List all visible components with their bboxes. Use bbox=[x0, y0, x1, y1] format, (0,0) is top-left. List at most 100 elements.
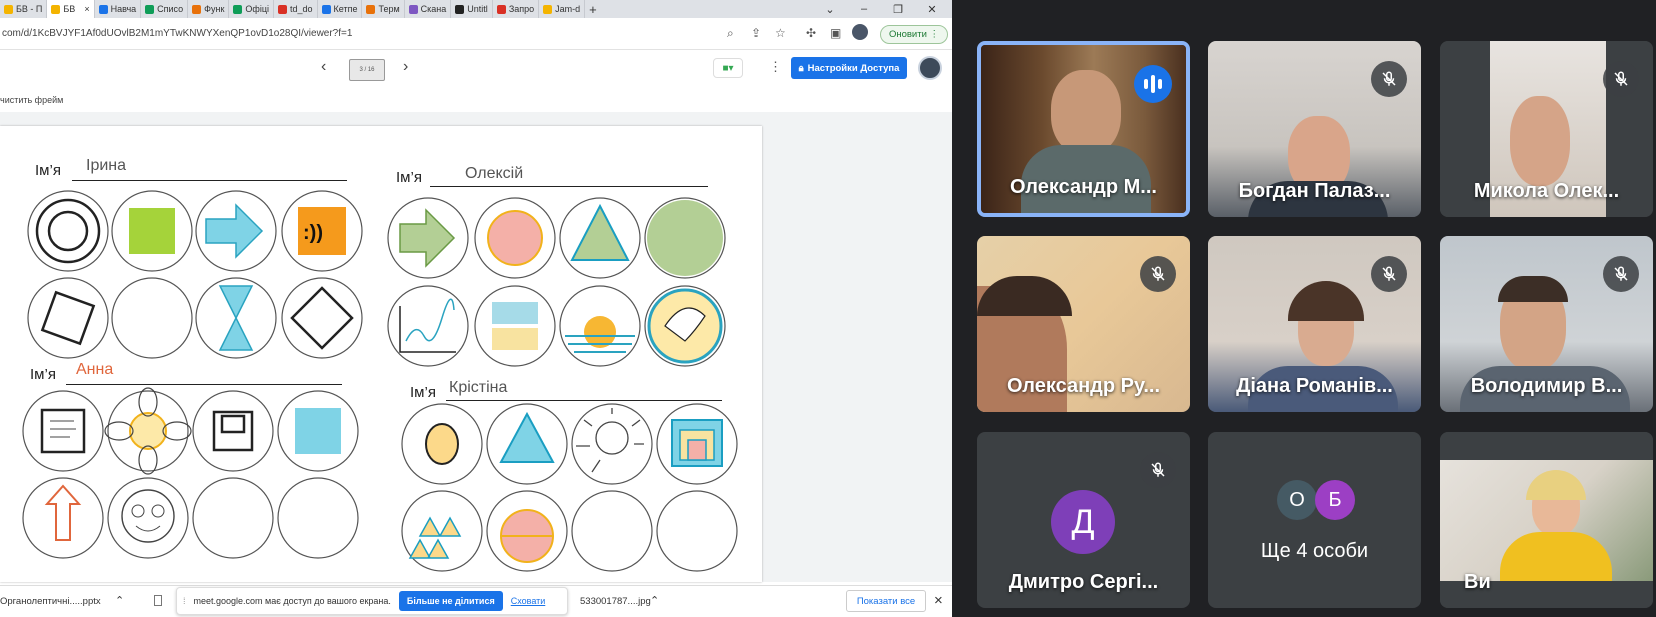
mic-off-icon bbox=[1603, 256, 1639, 292]
download-item-jpg[interactable]: 533001787....jpg bbox=[580, 596, 651, 607]
mic-off-icon bbox=[1140, 256, 1176, 292]
tab-label: Скана bbox=[420, 4, 447, 14]
chevron-up-icon[interactable]: ⌃ bbox=[650, 594, 659, 607]
tab-favicon bbox=[496, 4, 506, 14]
plus-icon: + bbox=[589, 1, 597, 17]
more-options-icon[interactable]: ⋮ bbox=[769, 59, 782, 75]
participant-face bbox=[1051, 70, 1121, 155]
tab-strip: БВ - П БВ × Навча Списо Функ Офіці td_do … bbox=[0, 0, 952, 18]
tab-favicon bbox=[366, 4, 376, 14]
others-count: Ще 4 особи bbox=[1260, 540, 1369, 562]
tab-label: Терм bbox=[378, 4, 400, 14]
share-access-button[interactable]: 🔒︎ Настройки Доступа bbox=[791, 57, 907, 79]
mic-off-icon bbox=[1140, 452, 1176, 488]
meet-icon[interactable]: ■▾ bbox=[713, 58, 743, 78]
participant-avatar: Б bbox=[1315, 480, 1355, 520]
tab-favicon bbox=[455, 4, 465, 14]
extensions-icon[interactable]: ✣ bbox=[806, 26, 816, 40]
hide-link[interactable]: Сховати bbox=[511, 596, 546, 606]
participant-tile[interactable]: Олександр Ру... bbox=[977, 236, 1190, 412]
tab-favicon bbox=[277, 4, 287, 14]
participant-tile[interactable]: Микола Олек... bbox=[1440, 41, 1653, 217]
screen-share-notice: ⁞ meet.google.com має доступ до вашого е… bbox=[176, 587, 568, 615]
tab-2[interactable]: Навча bbox=[95, 0, 142, 18]
tab-12[interactable]: Jam-d bbox=[539, 0, 586, 18]
tab-label: Функ bbox=[204, 4, 225, 14]
url-field[interactable]: com/d/1KcBVJYF1Af0dUOvlB2M1mYTwKNWYXenQP… bbox=[0, 18, 352, 50]
tab-0[interactable]: БВ - П bbox=[0, 0, 48, 18]
tab-9[interactable]: Скана bbox=[405, 0, 452, 18]
bookmark-star-icon[interactable]: ☆ bbox=[775, 26, 786, 40]
tab-label: БВ bbox=[63, 4, 76, 14]
participant-tile[interactable]: Д Дмитро Сергі... bbox=[977, 432, 1190, 608]
tab-1[interactable]: БВ × bbox=[47, 0, 95, 18]
participant-name: Олександр Ру... bbox=[1006, 375, 1161, 397]
account-avatar[interactable] bbox=[918, 56, 942, 80]
tab-10[interactable]: Untitl bbox=[451, 0, 493, 18]
participant-name: Дмитро Сергі... bbox=[1008, 571, 1159, 593]
tab-favicon bbox=[408, 4, 418, 14]
tab-label: Списо bbox=[157, 4, 184, 14]
zoom-icon[interactable]: ⌕ bbox=[727, 26, 734, 41]
tab-label: Офіці bbox=[245, 4, 269, 14]
update-label: Оновити bbox=[888, 29, 927, 40]
tab-label: Jam-d bbox=[555, 4, 581, 14]
close-downloads-icon[interactable]: × bbox=[934, 592, 943, 609]
clear-frame-button[interactable]: чистить фрейм bbox=[0, 95, 63, 105]
mic-off-icon bbox=[1603, 61, 1639, 97]
whiteboard[interactable]: Ім’я Ірина Ім’я Олексій Ім’я Анна Ім’я К… bbox=[0, 126, 762, 582]
stop-sharing-button[interactable]: Більше не ділитися bbox=[398, 591, 503, 611]
tab-favicon bbox=[51, 4, 61, 14]
participant-tile[interactable]: Олександр М... bbox=[977, 41, 1190, 217]
download-item-pptx[interactable]: Органолептичні.....pptx bbox=[0, 596, 101, 607]
participant-tile[interactable]: Богдан Палаз... bbox=[1208, 41, 1421, 217]
update-button[interactable]: Оновити ⋮ bbox=[880, 25, 948, 44]
participant-tile[interactable]: Володимир В... bbox=[1440, 236, 1653, 412]
tab-3[interactable]: Списо bbox=[141, 0, 189, 18]
tab-6[interactable]: td_do bbox=[274, 0, 318, 18]
tab-label: Кетпе bbox=[333, 4, 358, 14]
participant-name: Діана Романів... bbox=[1236, 375, 1393, 397]
tab-favicon bbox=[233, 4, 243, 14]
tab-favicon bbox=[543, 4, 553, 14]
file-icon bbox=[154, 595, 162, 606]
share-notice-text: meet.google.com має доступ до вашого екр… bbox=[193, 596, 391, 606]
participant-avatar: О bbox=[1277, 480, 1317, 520]
participant-name: Володимир В... bbox=[1470, 375, 1623, 397]
participant-avatar: Д bbox=[1051, 490, 1115, 554]
more-icon: ⋮ bbox=[929, 29, 940, 40]
drag-handle-icon[interactable]: ⁞ bbox=[183, 596, 186, 606]
others-tile[interactable]: О Б Ще 4 особи bbox=[1208, 432, 1421, 608]
window-close-icon[interactable]: ✕ bbox=[920, 0, 944, 18]
speaking-indicator-icon bbox=[1134, 65, 1172, 103]
tab-7[interactable]: Кетпе bbox=[318, 0, 363, 18]
tab-label: Навча bbox=[110, 4, 137, 14]
new-tab-button[interactable]: + bbox=[585, 0, 601, 18]
show-all-downloads-button[interactable]: Показати все bbox=[846, 590, 926, 612]
participant-face bbox=[1510, 96, 1570, 186]
self-tile[interactable]: Ви bbox=[1440, 432, 1653, 608]
participant-shirt bbox=[1500, 532, 1612, 581]
restore-icon[interactable]: ❐ bbox=[886, 0, 910, 18]
prev-frame-button[interactable]: ‹ bbox=[321, 58, 326, 76]
share-icon[interactable]: ⇪ bbox=[751, 26, 761, 40]
tab-label: Untitl bbox=[467, 4, 488, 14]
minimize-icon[interactable]: – bbox=[852, 0, 876, 18]
tab-5[interactable]: Офіці bbox=[229, 0, 274, 18]
mic-off-icon bbox=[1371, 256, 1407, 292]
participant-name: Ви bbox=[1464, 571, 1491, 593]
side-panel-icon[interactable]: ▣ bbox=[830, 26, 841, 40]
profile-avatar[interactable] bbox=[852, 24, 868, 40]
tab-8[interactable]: Терм bbox=[362, 0, 405, 18]
tab-favicon bbox=[145, 4, 155, 14]
chevron-up-icon[interactable]: ⌃ bbox=[115, 594, 124, 607]
participant-tile[interactable]: Діана Романів... bbox=[1208, 236, 1421, 412]
tab-11[interactable]: Запро bbox=[493, 0, 540, 18]
close-tab-icon[interactable]: × bbox=[84, 4, 89, 14]
next-frame-button[interactable]: › bbox=[403, 58, 408, 76]
tab-label: БВ - П bbox=[16, 4, 43, 14]
frame-selector[interactable]: 3 / 16 bbox=[349, 59, 385, 81]
canvas-area: Ім’я Ірина Ім’я Олексій Ім’я Анна Ім’я К… bbox=[0, 112, 952, 582]
tab-search-icon[interactable]: ⌄ bbox=[818, 0, 842, 18]
tab-4[interactable]: Функ bbox=[188, 0, 230, 18]
